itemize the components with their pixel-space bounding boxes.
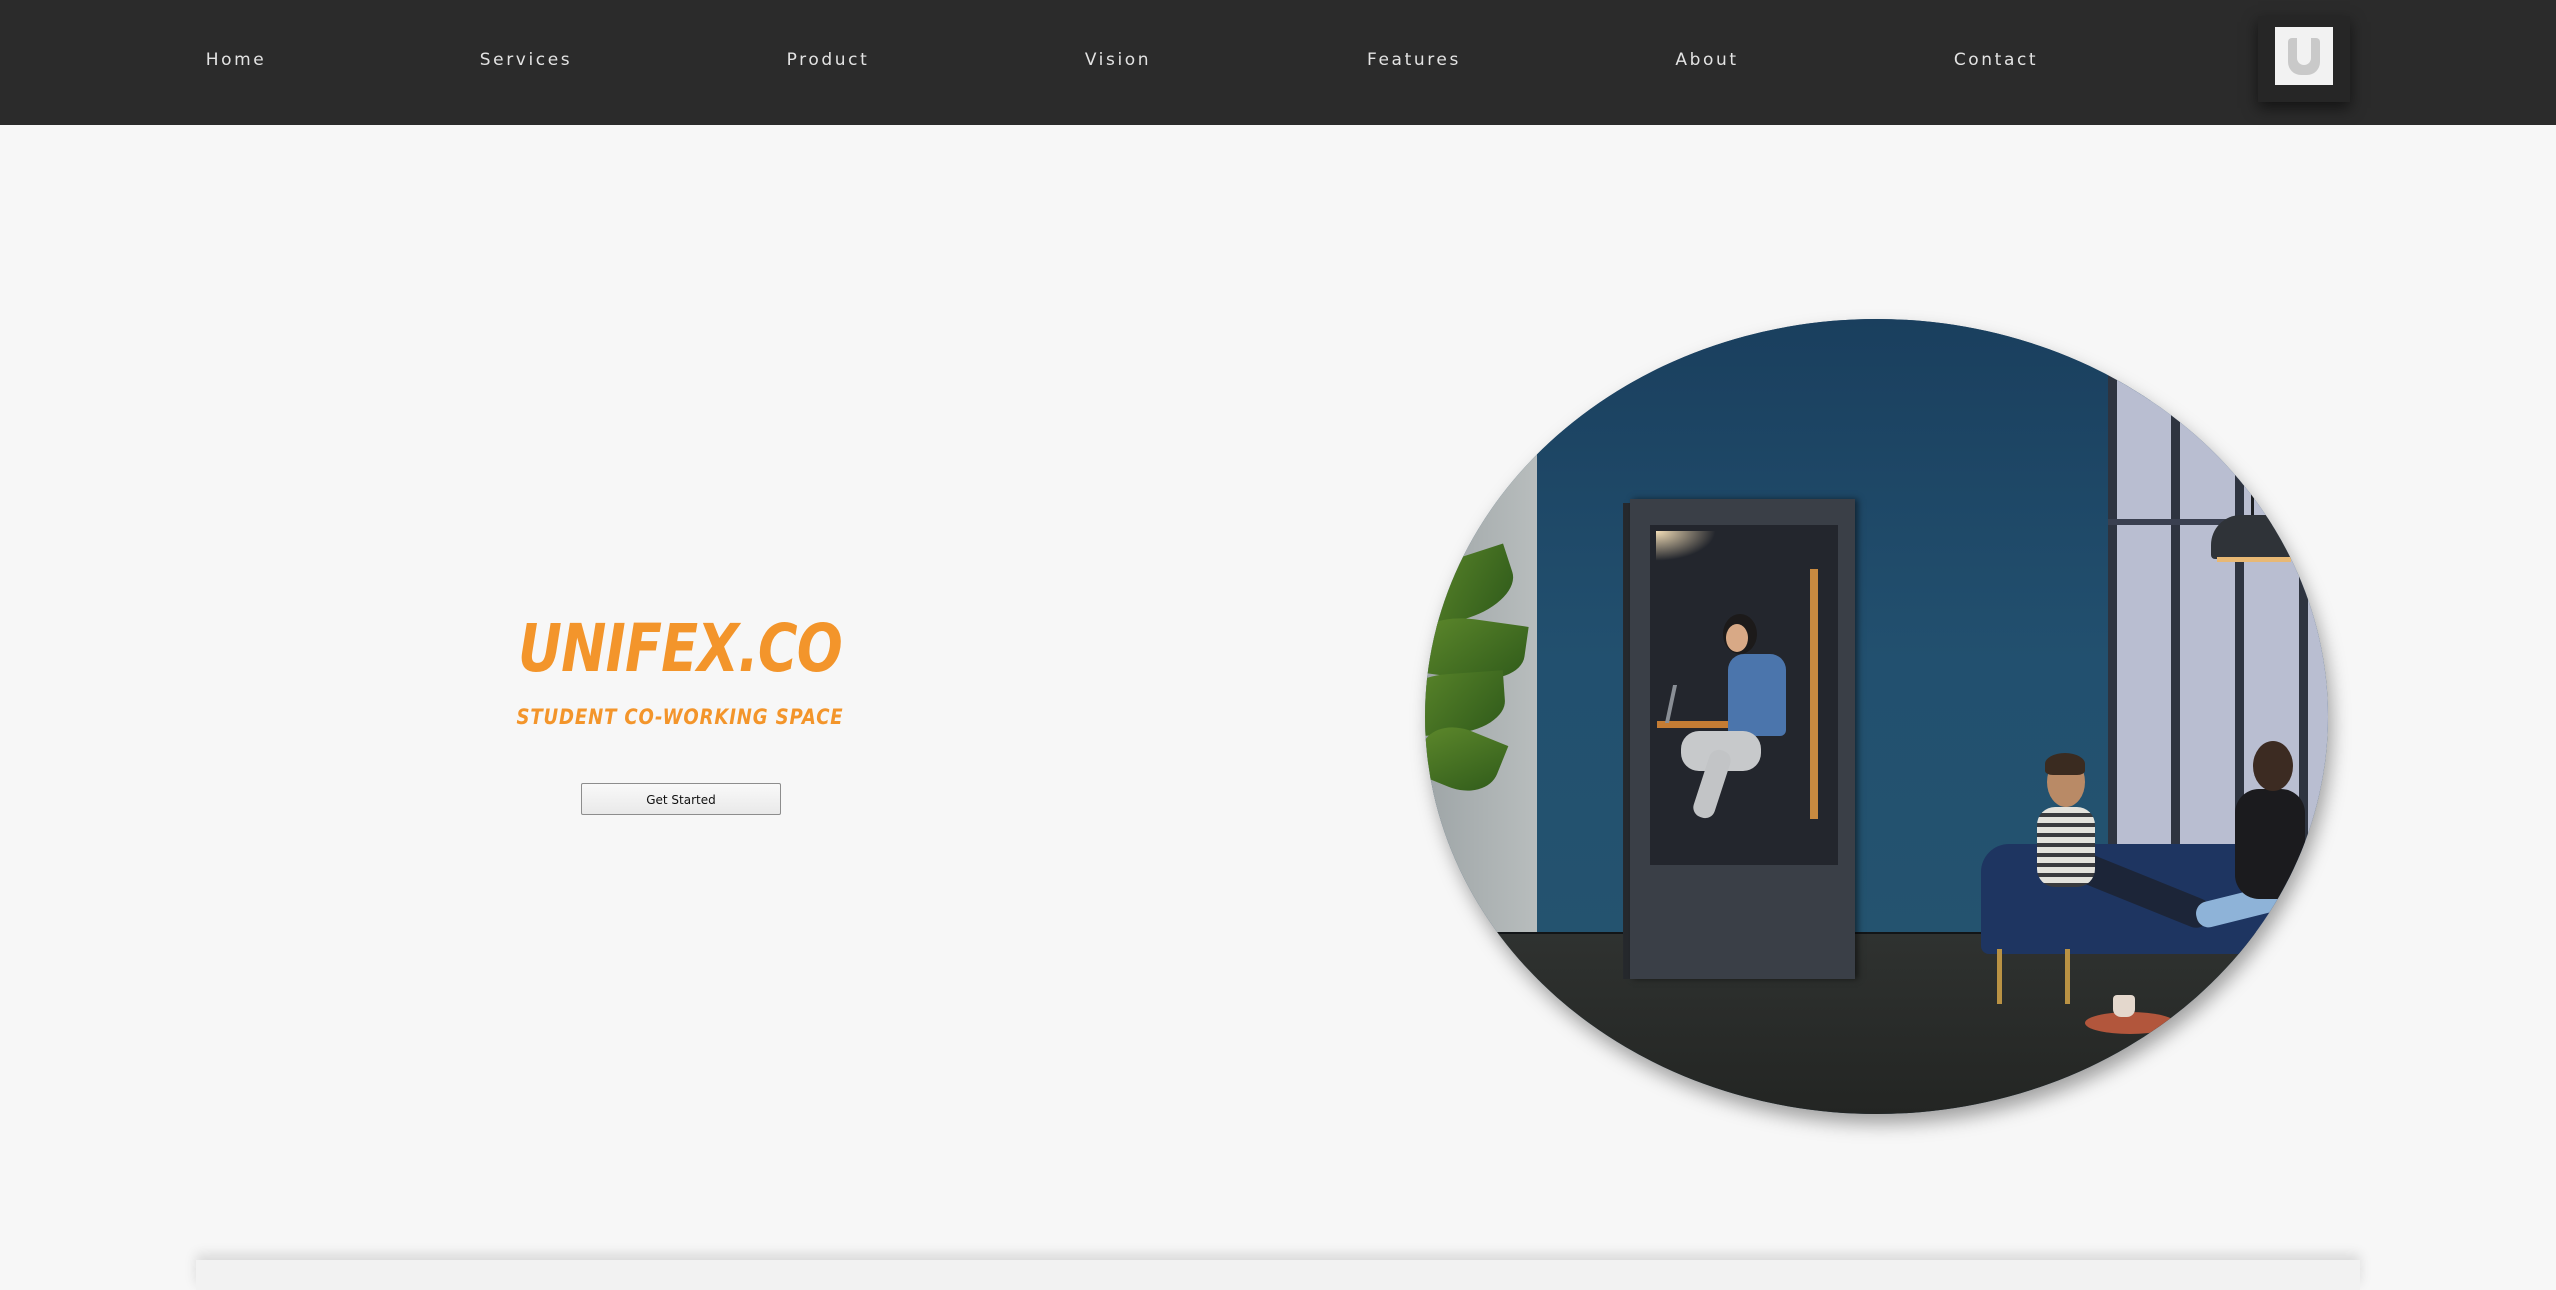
photo-woman-jacket — [2235, 789, 2305, 899]
top-navbar: Home Services Product Vision Features Ab… — [0, 0, 2556, 125]
photo-lamp-glow — [2217, 557, 2291, 562]
brand-subtitle: STUDENT CO-WORKING SPACE — [516, 705, 844, 729]
photo-booth-light — [1656, 531, 1716, 561]
next-section-edge — [196, 1260, 2360, 1290]
photo-lamp-cord — [2251, 469, 2254, 519]
nav-link-product[interactable]: Product — [787, 48, 870, 72]
photo-man-hair — [2045, 753, 2085, 775]
photo-woman-head — [2253, 741, 2293, 791]
nav-link-services[interactable]: Services — [480, 48, 573, 72]
nav-link-home[interactable]: Home — [206, 48, 267, 72]
photo-pendant-lamp — [2211, 515, 2297, 559]
u-letter-mark — [2288, 38, 2320, 75]
photo-person-face — [1726, 624, 1748, 652]
u-logo-icon — [2275, 27, 2333, 85]
brand-title: UNIFEX.CO — [518, 610, 843, 687]
photo-sofa-leg — [2065, 949, 2070, 1004]
photo-booth-wood-strip — [1810, 569, 1818, 819]
photo-sofa-leg — [1997, 949, 2002, 1004]
photo-coffee-cup — [2113, 995, 2135, 1017]
nav-link-about[interactable]: About — [1675, 48, 1738, 72]
nav-link-features[interactable]: Features — [1367, 48, 1461, 72]
photo-floor — [1425, 934, 2328, 1114]
logo-button[interactable] — [2258, 16, 2350, 102]
nav-link-vision[interactable]: Vision — [1085, 48, 1151, 72]
photo-person-shirt — [1728, 654, 1786, 736]
nav-link-contact[interactable]: Contact — [1954, 48, 2038, 72]
hero-photo — [1425, 319, 2328, 1114]
get-started-button[interactable]: Get Started — [581, 783, 781, 815]
photo-man-sweater — [2037, 807, 2095, 887]
